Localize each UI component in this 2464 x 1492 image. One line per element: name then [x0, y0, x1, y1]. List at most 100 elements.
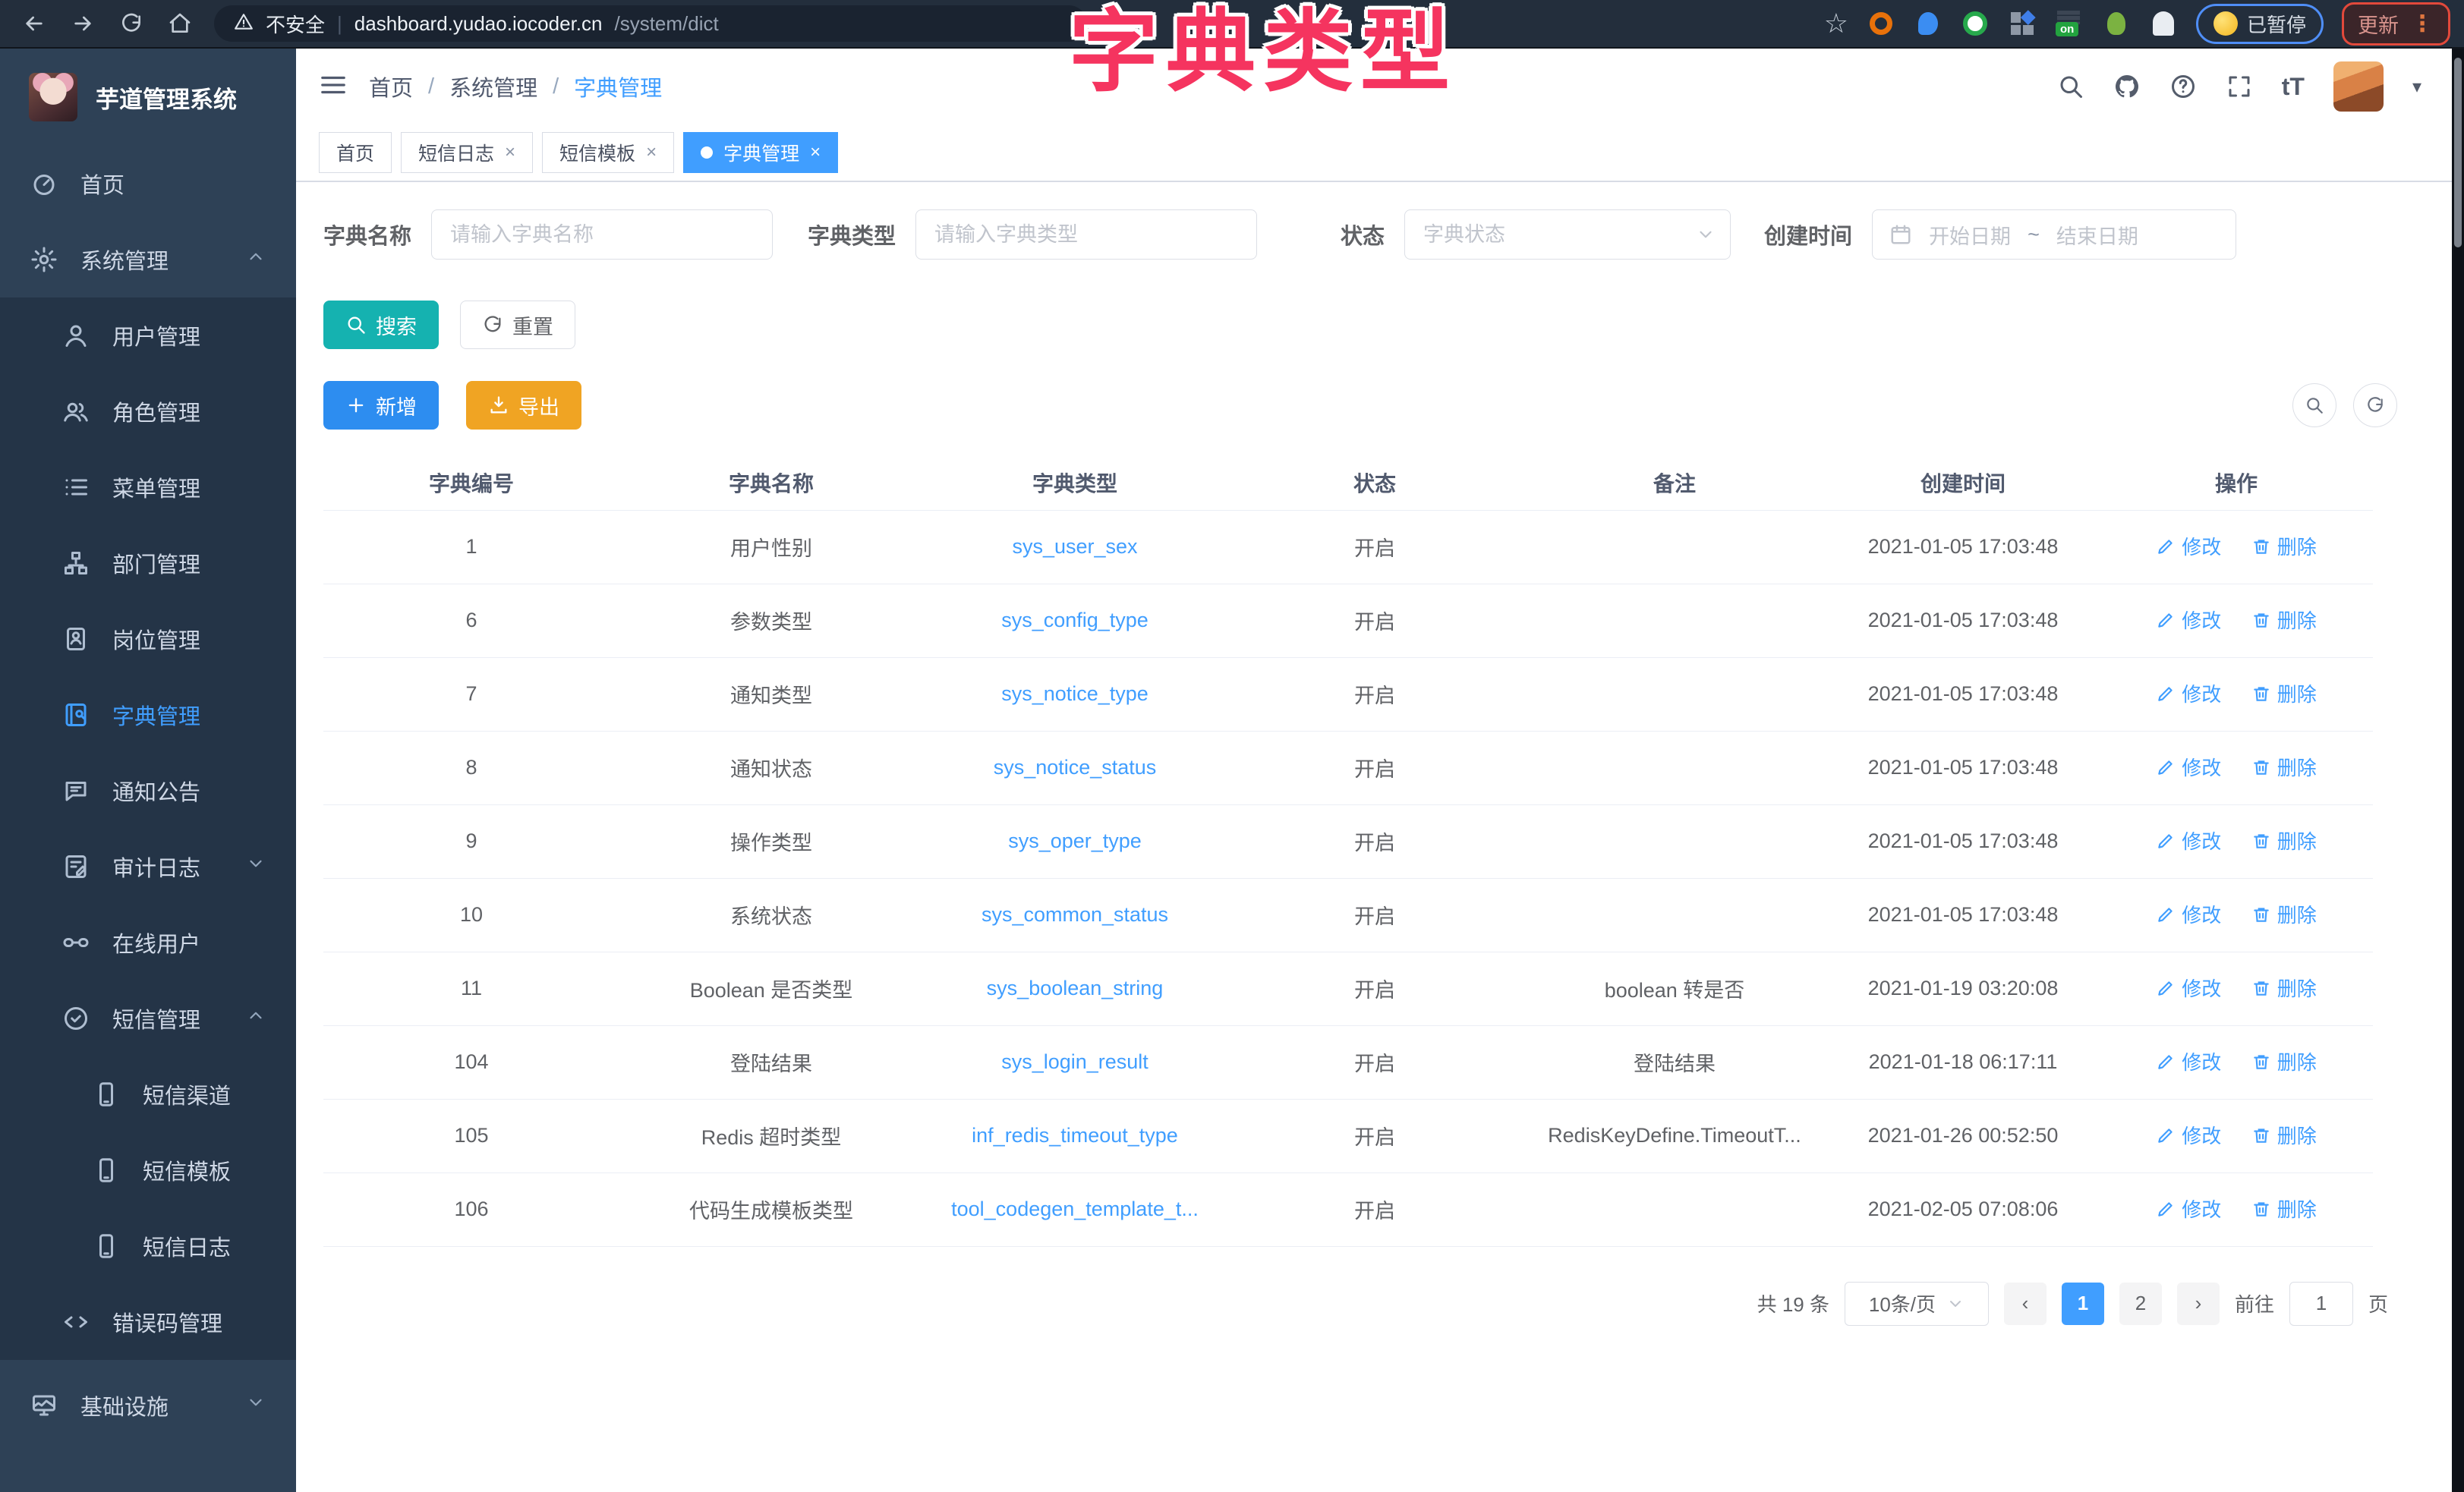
- fullscreen-button[interactable]: [2226, 73, 2253, 100]
- edit-link[interactable]: 修改: [2156, 1047, 2221, 1075]
- delete-link[interactable]: 删除: [2251, 1121, 2317, 1149]
- prev-page-button[interactable]: ‹: [2004, 1283, 2047, 1325]
- bookmark-star-icon[interactable]: ☆: [1824, 8, 1848, 39]
- extension-orange-icon[interactable]: [1867, 9, 1895, 38]
- dict-type-link[interactable]: sys_user_sex: [923, 510, 1227, 584]
- dict-type-link[interactable]: sys_config_type: [923, 584, 1227, 657]
- page-size-select[interactable]: 10条/页: [1845, 1282, 1989, 1326]
- delete-link[interactable]: 删除: [2251, 974, 2317, 1002]
- edit-link[interactable]: 修改: [2156, 1195, 2221, 1223]
- page-button-2[interactable]: 2: [2119, 1283, 2162, 1325]
- status-select[interactable]: [1404, 209, 1731, 260]
- edit-link[interactable]: 修改: [2156, 826, 2221, 855]
- reset-button[interactable]: 重置: [460, 301, 575, 349]
- edit-link[interactable]: 修改: [2156, 900, 2221, 928]
- tab-home[interactable]: 首页: [319, 132, 392, 173]
- dict-type-link[interactable]: sys_notice_type: [923, 657, 1227, 731]
- delete-link[interactable]: 删除: [2251, 753, 2317, 781]
- browser-menu-icon[interactable]: ⋮: [2411, 11, 2434, 37]
- dict-type-input[interactable]: [915, 209, 1257, 260]
- browser-back-button[interactable]: [14, 5, 55, 42]
- extension-green-circle-icon[interactable]: [1961, 9, 1990, 38]
- show-search-toggle-button[interactable]: [2292, 383, 2336, 427]
- tab-close-icon[interactable]: ×: [810, 142, 821, 163]
- sidebar-item-audit-log[interactable]: 审计日志: [0, 829, 296, 905]
- sidebar-item-infrastructure[interactable]: 基础设施: [0, 1368, 296, 1443]
- dict-type-link[interactable]: inf_redis_timeout_type: [923, 1099, 1227, 1173]
- end-date-placeholder[interactable]: 结束日期: [2056, 220, 2138, 250]
- delete-link[interactable]: 删除: [2251, 532, 2317, 560]
- tab-sms-log[interactable]: 短信日志 ×: [401, 132, 533, 173]
- user-avatar[interactable]: [2333, 61, 2384, 112]
- dict-type-link[interactable]: sys_boolean_string: [923, 952, 1227, 1025]
- extension-grid-icon[interactable]: [2008, 9, 2037, 38]
- tab-sms-template[interactable]: 短信模板 ×: [542, 132, 674, 173]
- extension-plant-icon[interactable]: [2102, 9, 2131, 38]
- address-bar[interactable]: 不安全 | dashboard.yudao.iocoder.cn/system/…: [214, 5, 1087, 42]
- add-button[interactable]: 新增: [323, 381, 439, 430]
- dict-type-link[interactable]: tool_codegen_template_t...: [923, 1173, 1227, 1246]
- tab-close-icon[interactable]: ×: [646, 142, 657, 163]
- sidebar-item-menu-management[interactable]: 菜单管理: [0, 449, 296, 525]
- browser-reload-button[interactable]: [111, 5, 152, 42]
- start-date-placeholder[interactable]: 开始日期: [1929, 220, 2011, 250]
- edit-link[interactable]: 修改: [2156, 753, 2221, 781]
- sidebar-item-user-management[interactable]: 用户管理: [0, 297, 296, 373]
- sidebar-item-role-management[interactable]: 角色管理: [0, 373, 296, 449]
- sidebar-item-dept-management[interactable]: 部门管理: [0, 525, 296, 601]
- delete-link[interactable]: 删除: [2251, 606, 2317, 634]
- url-host[interactable]: dashboard.yudao.iocoder.cn: [354, 12, 603, 36]
- sidebar-item-online-users[interactable]: 在线用户: [0, 905, 296, 981]
- delete-link[interactable]: 删除: [2251, 900, 2317, 928]
- github-link-button[interactable]: [2113, 73, 2141, 100]
- dict-name-input[interactable]: [431, 209, 773, 260]
- dict-type-link[interactable]: sys_login_result: [923, 1025, 1227, 1099]
- edit-link[interactable]: 修改: [2156, 606, 2221, 634]
- edit-link[interactable]: 修改: [2156, 532, 2221, 560]
- header-search-button[interactable]: [2057, 73, 2084, 100]
- tab-close-icon[interactable]: ×: [505, 142, 515, 163]
- sidebar-item-dict-management[interactable]: 字典管理: [0, 677, 296, 753]
- sidebar-item-post-management[interactable]: 岗位管理: [0, 601, 296, 677]
- sidebar-item-home[interactable]: 首页: [0, 146, 296, 222]
- delete-link[interactable]: 删除: [2251, 826, 2317, 855]
- sidebar-item-sms-template[interactable]: 短信模板: [0, 1132, 296, 1208]
- extension-on-badge-icon[interactable]: on: [2055, 9, 2084, 38]
- sidebar-item-error-code[interactable]: 错误码管理: [0, 1284, 296, 1360]
- browser-update-button[interactable]: 更新 ⋮: [2342, 2, 2450, 46]
- status-select-input[interactable]: [1404, 209, 1731, 260]
- sidebar-item-sms-channel[interactable]: 短信渠道: [0, 1056, 296, 1132]
- sidebar-item-sms-log[interactable]: 短信日志: [0, 1208, 296, 1284]
- sidebar-toggle-button[interactable]: [319, 71, 348, 103]
- tab-dict-management[interactable]: 字典管理 ×: [683, 132, 838, 173]
- delete-link[interactable]: 删除: [2251, 1047, 2317, 1075]
- sidebar-item-sms-management[interactable]: 短信管理: [0, 981, 296, 1056]
- help-button[interactable]: [2169, 73, 2197, 100]
- dict-type-link[interactable]: sys_oper_type: [923, 804, 1227, 878]
- delete-link[interactable]: 删除: [2251, 679, 2317, 707]
- extension-blue-drop-icon[interactable]: [1914, 9, 1943, 38]
- extension-ghost-icon[interactable]: [2149, 9, 2178, 38]
- dict-type-link[interactable]: sys_notice_status: [923, 731, 1227, 804]
- app-logo-row[interactable]: 芋道管理系统: [0, 49, 296, 146]
- sidebar-item-notice[interactable]: 通知公告: [0, 753, 296, 829]
- scrollbar-thumb[interactable]: [2454, 58, 2462, 247]
- search-button[interactable]: 搜索: [323, 301, 439, 349]
- paused-badge[interactable]: 已暂停: [2196, 4, 2324, 44]
- edit-link[interactable]: 修改: [2156, 974, 2221, 1002]
- breadcrumb-home[interactable]: 首页: [369, 71, 413, 102]
- export-button[interactable]: 导出: [466, 381, 581, 430]
- dict-type-link[interactable]: sys_common_status: [923, 878, 1227, 952]
- window-scrollbar[interactable]: [2452, 49, 2464, 1492]
- edit-link[interactable]: 修改: [2156, 679, 2221, 707]
- refresh-table-button[interactable]: [2353, 383, 2397, 427]
- edit-link[interactable]: 修改: [2156, 1121, 2221, 1149]
- avatar-caret-icon[interactable]: ▾: [2412, 76, 2421, 98]
- page-button-1[interactable]: 1: [2062, 1283, 2104, 1325]
- not-secure-label[interactable]: 不安全: [266, 10, 325, 38]
- sidebar-item-system-management[interactable]: 系统管理: [0, 222, 296, 297]
- date-range-picker[interactable]: 开始日期 ~ 结束日期: [1872, 209, 2236, 260]
- goto-page-input[interactable]: [2289, 1282, 2353, 1326]
- browser-home-button[interactable]: [159, 5, 200, 42]
- breadcrumb-system[interactable]: 系统管理: [449, 71, 537, 102]
